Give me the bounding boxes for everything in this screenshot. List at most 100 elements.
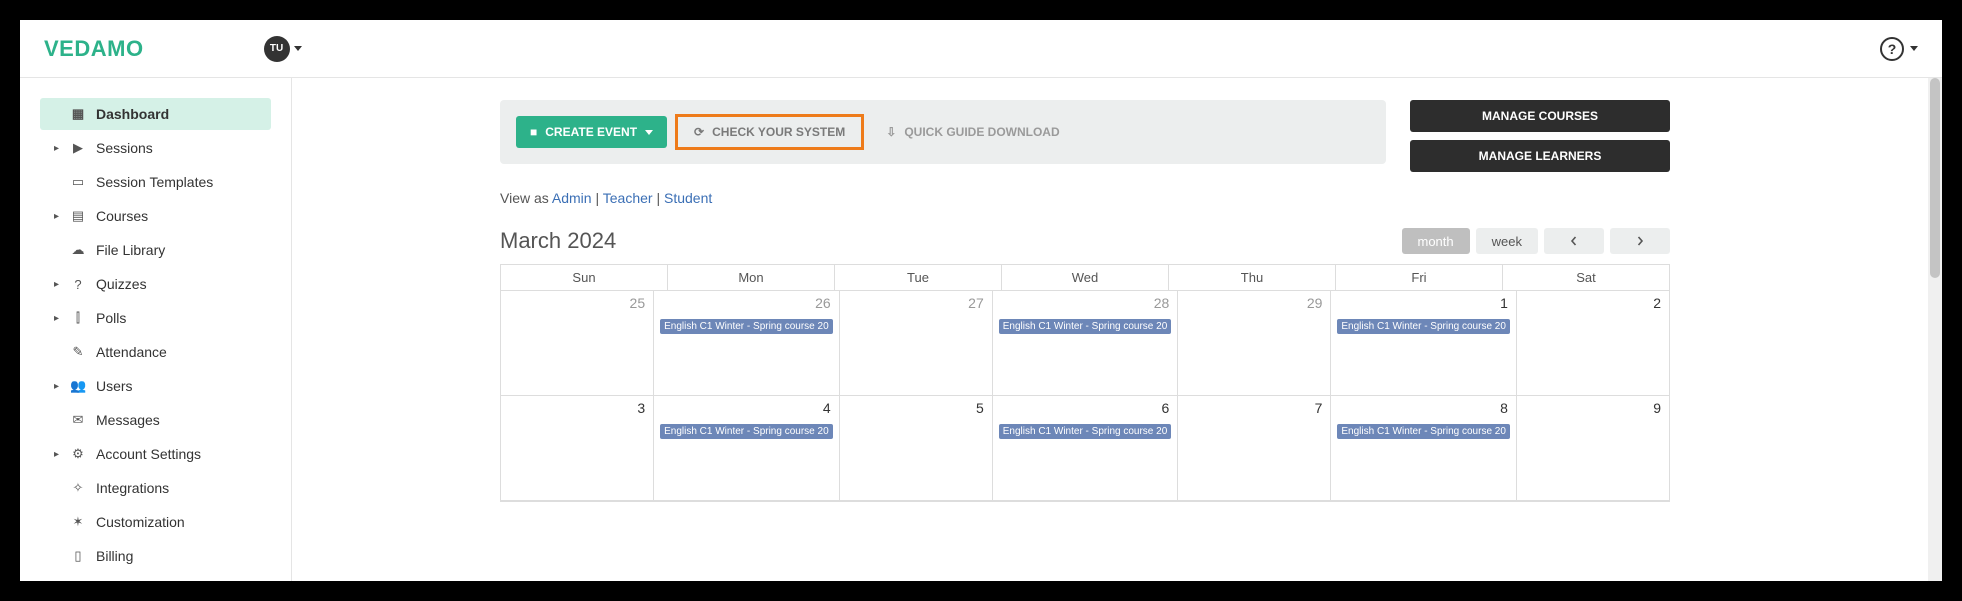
create-event-button[interactable]: ■ CREATE EVENT: [516, 116, 667, 148]
calendar-event[interactable]: English C1 Winter - Spring course 20: [660, 424, 833, 439]
calendar-day-number: 27: [968, 295, 984, 311]
create-event-label: CREATE EVENT: [545, 125, 637, 139]
caret-down-icon: [294, 46, 302, 51]
calendar-grid: SunMonTueWedThuFriSat2526English C1 Wint…: [500, 264, 1670, 502]
chevron-right-icon: ▸: [54, 449, 60, 460]
calendar-cell[interactable]: 28 English C1 Winter - Spring course 20: [993, 291, 1179, 396]
courses-icon: ▤: [70, 208, 86, 224]
sidebar-item-users[interactable]: ▸ 👥 Users: [40, 370, 271, 402]
calendar-view-week[interactable]: week: [1476, 228, 1538, 254]
calendar-next-button[interactable]: [1610, 228, 1670, 254]
calendar-day-number: 7: [1315, 400, 1323, 416]
help-menu[interactable]: ?: [1880, 37, 1918, 61]
polls-icon: ⫿: [70, 310, 86, 326]
avatar: TU: [264, 36, 290, 62]
chevron-right-icon: ▸: [54, 211, 60, 222]
calendar-day-number: 5: [976, 400, 984, 416]
sidebar-item-billing[interactable]: ▯Billing: [40, 540, 271, 572]
calendar-cell[interactable]: 25: [501, 291, 654, 396]
sidebar-item-label: Messages: [96, 412, 160, 428]
calendar-day-header: Tue: [835, 265, 1002, 291]
sidebar-item-polls[interactable]: ▸ ⫿ Polls: [40, 302, 271, 334]
sidebar-item-label: Users: [96, 378, 133, 394]
calendar-cell[interactable]: 5: [840, 396, 993, 501]
sessions-icon: ▶: [70, 140, 86, 156]
caret-down-icon: [645, 130, 653, 135]
calendar-day-number: 28: [1154, 295, 1170, 311]
calendar-title: March 2024: [500, 228, 616, 254]
calendar-day-number: 25: [630, 295, 646, 311]
messages-icon: ✉: [70, 412, 86, 428]
brand-logo[interactable]: VEDAMO: [44, 36, 144, 62]
sidebar-item-label: Session Templates: [96, 174, 213, 190]
calendar-day-number: 2: [1653, 295, 1661, 311]
dashboard-icon: ▦: [70, 106, 86, 122]
check-system-button[interactable]: ⟳ CHECK YOUR SYSTEM: [675, 114, 864, 150]
calendar-day-number: 1: [1500, 295, 1508, 311]
calendar-cell[interactable]: 1 English C1 Winter - Spring course 20: [1331, 291, 1517, 396]
quick-guide-button[interactable]: ⇩ QUICK GUIDE DOWNLOAD: [872, 117, 1073, 147]
main-content: ■ CREATE EVENT ⟳ CHECK YOUR SYSTEM ⇩ QUI…: [292, 78, 1942, 581]
sidebar-item-label: File Library: [96, 242, 165, 258]
calendar-event[interactable]: English C1 Winter - Spring course 20: [1337, 424, 1510, 439]
calendar-day-header: Wed: [1002, 265, 1169, 291]
view-as-teacher[interactable]: Teacher: [603, 190, 653, 206]
sidebar-item-account-settings[interactable]: ▸⚙Account Settings: [40, 438, 271, 470]
calendar-cell[interactable]: 3: [501, 396, 654, 501]
calendar-cell[interactable]: 29: [1178, 291, 1331, 396]
sidebar-item-label: Integrations: [96, 480, 169, 496]
sidebar-item-customization[interactable]: ✶Customization: [40, 506, 271, 538]
sidebar-item-quizzes[interactable]: ▸?Quizzes: [40, 268, 271, 300]
calendar-prev-button[interactable]: [1544, 228, 1604, 254]
customization-icon: ✶: [70, 514, 86, 530]
sidebar-item-session-templates[interactable]: ▭Session Templates: [40, 166, 271, 198]
calendar-event[interactable]: English C1 Winter - Spring course 20: [999, 424, 1172, 439]
help-icon: ?: [1880, 37, 1904, 61]
scrollbar-thumb[interactable]: [1930, 78, 1940, 278]
chevron-right-icon: [1635, 236, 1645, 246]
users-icon: 👥: [70, 378, 86, 394]
manage-learners-button[interactable]: MANAGE LEARNERS: [1410, 140, 1670, 172]
calendar-cell[interactable]: 26 English C1 Winter - Spring course 20: [654, 291, 840, 396]
sidebar-item-label: Dashboard: [96, 106, 169, 122]
sidebar-item-messages[interactable]: ✉ Messages: [40, 404, 271, 436]
view-as-prefix: View as: [500, 190, 552, 206]
sidebar-item-label: Polls: [96, 310, 126, 326]
sidebar-item-integrations[interactable]: ✧ Integrations: [40, 472, 271, 504]
billing-icon: ▯: [70, 548, 86, 564]
view-as-student[interactable]: Student: [664, 190, 712, 206]
calendar-event[interactable]: English C1 Winter - Spring course 20: [1337, 319, 1510, 334]
calendar-cell[interactable]: 6English C1 Winter - Spring course 20: [993, 396, 1179, 501]
scrollbar[interactable]: [1928, 78, 1942, 581]
calendar-cell[interactable]: 2: [1517, 291, 1669, 396]
sidebar-item-label: Attendance: [96, 344, 167, 360]
calendar-view-month[interactable]: month: [1402, 228, 1470, 254]
chevron-right-icon: ▸: [54, 143, 60, 154]
action-bar: ■ CREATE EVENT ⟳ CHECK YOUR SYSTEM ⇩ QUI…: [500, 100, 1386, 164]
calendar-cell[interactable]: 4English C1 Winter - Spring course 20: [654, 396, 840, 501]
calendar-cell[interactable]: 9: [1517, 396, 1669, 501]
sep: |: [653, 190, 664, 206]
calendar-day-header: Sat: [1503, 265, 1669, 291]
sidebar-item-attendance[interactable]: ✎ Attendance: [40, 336, 271, 368]
calendar-cell[interactable]: 7: [1178, 396, 1331, 501]
calendar-event[interactable]: English C1 Winter - Spring course 20: [660, 319, 833, 334]
calendar-cell[interactable]: 8 English C1 Winter - Spring course 20: [1331, 396, 1517, 501]
sidebar: ▦Dashboard▸▶Sessions▭Session Templates▸▤…: [20, 78, 292, 581]
manage-courses-button[interactable]: MANAGE COURSES: [1410, 100, 1670, 132]
integrations-icon: ✧: [70, 480, 86, 496]
sidebar-item-sessions[interactable]: ▸▶Sessions: [40, 132, 271, 164]
attendance-icon: ✎: [70, 344, 86, 360]
calendar-event[interactable]: English C1 Winter - Spring course 20: [999, 319, 1172, 334]
sidebar-item-dashboard[interactable]: ▦ Dashboard: [40, 98, 271, 130]
user-menu[interactable]: TU: [264, 36, 302, 62]
chevron-right-icon: ▸: [54, 313, 60, 324]
chevron-right-icon: ▸: [54, 381, 60, 392]
chevron-right-icon: ▸: [54, 279, 60, 290]
calendar-day-number: 8: [1500, 400, 1508, 416]
calendar-cell[interactable]: 27: [840, 291, 993, 396]
calendar-day-number: 26: [815, 295, 831, 311]
view-as-admin[interactable]: Admin: [552, 190, 592, 206]
sidebar-item-file-library[interactable]: ☁File Library: [40, 234, 271, 266]
sidebar-item-courses[interactable]: ▸▤Courses: [40, 200, 271, 232]
